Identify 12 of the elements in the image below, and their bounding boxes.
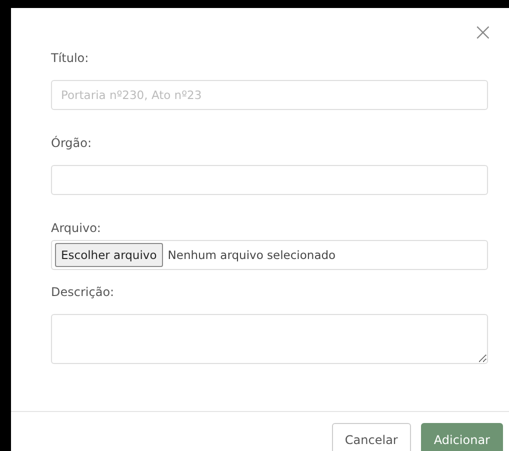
field-label: Órgão: (51, 135, 93, 151)
input-field[interactable] (51, 165, 488, 195)
field-label: Arquivo: (51, 220, 102, 236)
choose-file-button[interactable]: Escolher arquivo (55, 243, 163, 267)
file-status: Nenhum arquivo selecionado (168, 248, 336, 262)
close-button[interactable]: × (472, 20, 493, 44)
textarea-field[interactable] (51, 314, 488, 364)
input-field[interactable]: Portaria nº230, Ato nº23 (51, 80, 488, 110)
field-label: Descrição: (51, 284, 116, 300)
field-label: Título: (51, 50, 90, 66)
file-field[interactable]: Escolher arquivo Nenhum arquivo selecionado (51, 240, 488, 270)
cancel-button[interactable]: Cancelar (332, 423, 411, 451)
